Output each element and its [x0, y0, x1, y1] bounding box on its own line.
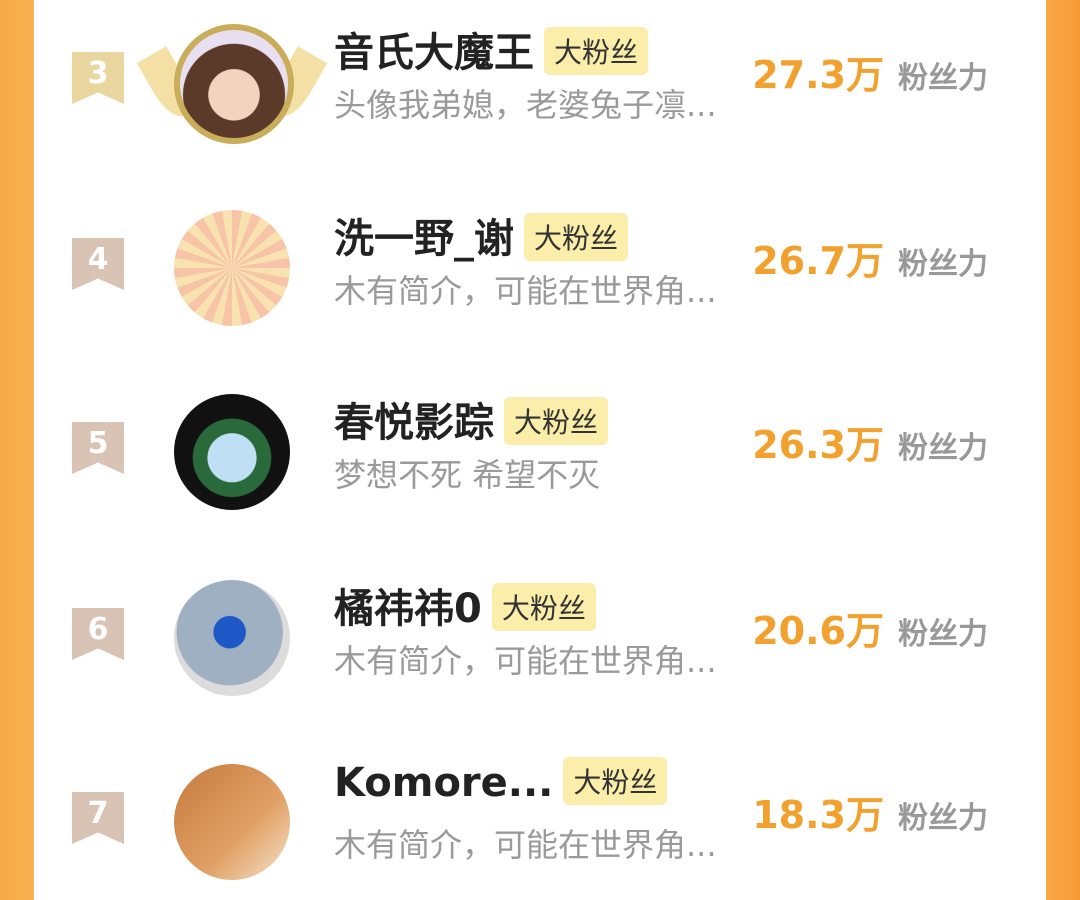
user-name-text: 橘祎祎0: [334, 586, 482, 632]
rank-badge: 4: [72, 238, 124, 290]
fan-score-value: 20.6万: [752, 609, 884, 653]
user-name[interactable]: 橘祎祎0 大粉丝: [334, 576, 596, 635]
fan-score-unit: 粉丝力: [898, 801, 988, 836]
user-name[interactable]: 春悦影踪 大粉丝: [334, 390, 609, 449]
avatar[interactable]: [174, 764, 290, 880]
user-name-text: 洗一野_谢: [334, 216, 514, 262]
avatar[interactable]: [174, 394, 290, 510]
fan-score: 26.7万 粉丝力: [752, 230, 988, 285]
fan-level-badge: 大粉丝: [544, 27, 649, 75]
user-name-text: 音氏大魔王: [334, 30, 534, 76]
user-name-text: 春悦影踪: [334, 400, 494, 446]
rank-badge: 7: [72, 792, 124, 844]
avatar-frame: [170, 576, 294, 700]
user-name[interactable]: 音氏大魔王 大粉丝: [334, 20, 649, 79]
fan-score-value: 18.3万: [752, 793, 884, 837]
avatar-frame: [170, 760, 294, 884]
fan-score-value: 27.3万: [752, 53, 884, 97]
list-item[interactable]: 6 橘祎祎0 大粉丝 木有简介，可能在世界角... 20.6万 粉丝力: [34, 556, 1046, 716]
user-description: 木有简介，可能在世界角...: [334, 826, 717, 864]
user-name[interactable]: Komore... 大粉丝: [334, 757, 668, 809]
avatar[interactable]: [174, 24, 294, 144]
user-description: 梦想不死 希望不灭: [334, 456, 601, 494]
avatar-frame: [136, 20, 328, 144]
fan-score-value: 26.3万: [752, 423, 884, 467]
list-item[interactable]: 3 音氏大魔王 大粉丝 头像我弟媳，老婆兔子凛... 27.3万 粉丝力: [34, 0, 1046, 160]
fan-score: 27.3万 粉丝力: [752, 44, 988, 99]
user-description: 头像我弟媳，老婆兔子凛...: [334, 86, 717, 124]
rank-badge: 5: [72, 422, 124, 474]
user-name-text: Komore...: [334, 760, 554, 806]
list-item[interactable]: 5 春悦影踪 大粉丝 梦想不死 希望不灭 26.3万 粉丝力: [34, 370, 1046, 530]
avatar[interactable]: [174, 580, 290, 696]
user-name[interactable]: 洗一野_谢 大粉丝: [334, 206, 629, 265]
list-item[interactable]: 7 Komore... 大粉丝 木有简介，可能在世界角... 18.3万 粉丝力: [34, 740, 1046, 900]
user-description: 木有简介，可能在世界角...: [334, 642, 717, 680]
fan-level-badge: 大粉丝: [524, 213, 629, 261]
user-description: 木有简介，可能在世界角...: [334, 272, 717, 310]
avatar[interactable]: [174, 210, 290, 326]
fan-score-value: 26.7万: [752, 239, 884, 283]
fan-level-badge: 大粉丝: [563, 757, 668, 805]
fan-level-badge: 大粉丝: [491, 583, 596, 631]
fan-score: 26.3万 粉丝力: [752, 414, 988, 469]
fan-level-badge: 大粉丝: [504, 397, 609, 445]
ranking-panel: 3 音氏大魔王 大粉丝 头像我弟媳，老婆兔子凛... 27.3万 粉丝力 4 洗一野…: [34, 0, 1046, 880]
fan-score-unit: 粉丝力: [898, 61, 988, 96]
list-item[interactable]: 4 洗一野_谢 大粉丝 木有简介，可能在世界角... 26.7万 粉丝力: [34, 186, 1046, 346]
fan-score: 20.6万 粉丝力: [752, 600, 988, 655]
avatar-frame: [170, 390, 294, 514]
fan-score: 18.3万 粉丝力: [752, 784, 988, 839]
rank-badge: 3: [72, 52, 124, 104]
fan-score-unit: 粉丝力: [898, 617, 988, 652]
avatar-frame: [170, 206, 294, 330]
rank-badge: 6: [72, 608, 124, 660]
fan-score-unit: 粉丝力: [898, 431, 988, 466]
fan-score-unit: 粉丝力: [898, 247, 988, 282]
